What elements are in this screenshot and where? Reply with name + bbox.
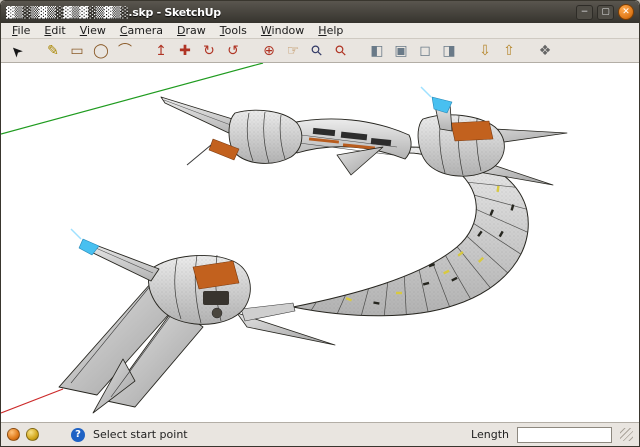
- menu-window[interactable]: Window: [254, 23, 311, 38]
- length-label: Length: [471, 428, 509, 441]
- tool-glyph-icon: ▣: [394, 41, 407, 61]
- tool-glyph-icon: ↻: [203, 41, 215, 61]
- components-tool[interactable]: ❖: [534, 40, 556, 62]
- lower-neck: [241, 303, 295, 321]
- length-input[interactable]: [517, 427, 612, 443]
- status-yellow-icon[interactable]: [26, 428, 39, 441]
- minimize-button[interactable]: −: [576, 5, 593, 20]
- tool-group-camera: ⊕ ☞ ⚲ ⚲: [258, 40, 352, 62]
- titlebar[interactable]: ▓▒░▒▓▒░▓▒▓░▒▓▒░.skp - SketchUp − ▢ ✕: [1, 1, 639, 23]
- tool-glyph-icon: ◻: [419, 41, 431, 61]
- offset-tool[interactable]: ↺: [222, 40, 244, 62]
- lower-cockpit: [203, 291, 229, 305]
- tool-glyph-icon: ▭: [70, 41, 83, 61]
- tool-glyph-icon: ↺: [227, 41, 239, 61]
- tool-glyph-icon: ⚲: [306, 40, 327, 61]
- orbit-tool[interactable]: ⊕: [258, 40, 280, 62]
- toolbar: ➤ ✎ ▭ ◯ ⌒ ↥ ✚ ↻ ↺ ⊕ ☞ ⚲ ⚲ ◧: [1, 39, 639, 63]
- 3d-model: [59, 87, 577, 413]
- arc-tool[interactable]: ⌒: [114, 40, 136, 62]
- menu-file[interactable]: File: [5, 23, 37, 38]
- mid-fin: [337, 147, 383, 175]
- nose-antenna: [187, 145, 211, 165]
- tool-glyph-icon: ◯: [93, 41, 109, 61]
- window-controls: − ▢ ✕: [576, 4, 634, 20]
- iso-view[interactable]: ◧: [366, 40, 388, 62]
- tool-group-select: ➤: [6, 40, 28, 62]
- menu-help[interactable]: Help: [311, 23, 350, 38]
- tool-glyph-icon: ➤: [6, 39, 28, 61]
- drawing-axes: [1, 63, 263, 413]
- nose-spike: [161, 97, 239, 135]
- tool-glyph-icon: ↥: [155, 41, 167, 61]
- tool-glyph-icon: ⚲: [330, 40, 351, 61]
- tool-group-draw: ✎ ▭ ◯ ⌒: [42, 40, 136, 62]
- model-crescent-hull: [280, 138, 577, 353]
- zoom-tool[interactable]: ⚲: [306, 40, 328, 62]
- help-icon[interactable]: ?: [71, 428, 85, 442]
- drawing-canvas[interactable]: [1, 63, 639, 422]
- circle-tool[interactable]: ◯: [90, 40, 112, 62]
- menu-tools[interactable]: Tools: [213, 23, 254, 38]
- close-button[interactable]: ✕: [618, 4, 634, 20]
- share-model-tool[interactable]: ⇧: [498, 40, 520, 62]
- top-view[interactable]: ▣: [390, 40, 412, 62]
- model-engine-band: [291, 119, 411, 175]
- model-nose-prong: [161, 97, 302, 165]
- pan-tool[interactable]: ☞: [282, 40, 304, 62]
- tool-group-warehouse: ⇩ ⇧: [474, 40, 520, 62]
- tool-glyph-icon: ◨: [442, 41, 455, 61]
- status-message: Select start point: [93, 428, 188, 441]
- menu-view[interactable]: View: [73, 23, 113, 38]
- tool-glyph-icon: ✚: [179, 41, 191, 61]
- zoom-extents-tool[interactable]: ⚲: [330, 40, 352, 62]
- rectangle-tool[interactable]: ▭: [66, 40, 88, 62]
- tool-glyph-icon: ⊕: [263, 41, 275, 61]
- tool-glyph-icon: ☞: [287, 41, 300, 61]
- statusbar: ? Select start point Length: [1, 422, 639, 446]
- tool-glyph-icon: ⌒: [118, 41, 132, 61]
- get-models-tool[interactable]: ⇩: [474, 40, 496, 62]
- tool-glyph-icon: ⇩: [479, 41, 491, 61]
- select-tool[interactable]: ➤: [6, 40, 28, 62]
- rotate-tool[interactable]: ↻: [198, 40, 220, 62]
- model-lower-prong: [59, 229, 335, 413]
- tool-group-extra: ❖: [534, 40, 556, 62]
- move-tool[interactable]: ✚: [174, 40, 196, 62]
- menu-edit[interactable]: Edit: [37, 23, 72, 38]
- resize-grip[interactable]: [620, 428, 633, 441]
- tool-glyph-icon: ✎: [47, 41, 59, 61]
- sketchup-window: ▓▒░▒▓▒░▓▒▓░▒▓▒░.skp - SketchUp − ▢ ✕ Fil…: [0, 0, 640, 447]
- push-pull-tool[interactable]: ↥: [150, 40, 172, 62]
- model-right-prong: [418, 87, 567, 185]
- tool-glyph-icon: ⇧: [503, 41, 515, 61]
- menubar: File Edit View Camera Draw Tools Window …: [1, 23, 639, 39]
- menu-camera[interactable]: Camera: [113, 23, 170, 38]
- red-axis: [1, 389, 63, 413]
- right-view[interactable]: ◨: [438, 40, 460, 62]
- tool-group-views: ◧ ▣ ◻ ◨: [366, 40, 460, 62]
- hull-rib-lines: [280, 138, 577, 353]
- window-title: ▓▒░▒▓▒░▓▒▓░▒▓▒░.skp - SketchUp: [6, 6, 221, 19]
- front-view[interactable]: ◻: [414, 40, 436, 62]
- orange-hull-panel-right: [451, 121, 493, 141]
- menu-draw[interactable]: Draw: [170, 23, 213, 38]
- status-orange-icon[interactable]: [7, 428, 20, 441]
- model-viewport: [1, 63, 639, 422]
- maximize-button[interactable]: ▢: [597, 5, 614, 20]
- tool-glyph-icon: ❖: [539, 41, 552, 61]
- line-tool[interactable]: ✎: [42, 40, 64, 62]
- tool-group-edit: ↥ ✚ ↻ ↺: [150, 40, 244, 62]
- tool-glyph-icon: ◧: [370, 41, 383, 61]
